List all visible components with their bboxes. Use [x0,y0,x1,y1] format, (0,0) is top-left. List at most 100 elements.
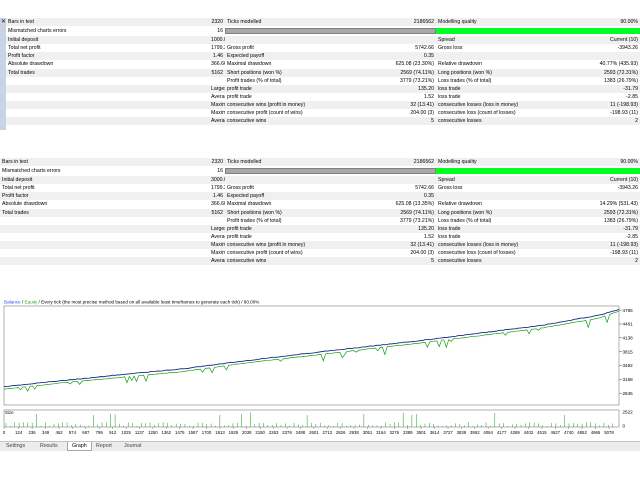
x-tick-label: 1362 [161,430,171,435]
report-cell: loss trade [436,92,559,101]
tab-graph[interactable]: Graph [67,442,92,451]
report-cell: Mismatched charts errors [6,26,209,37]
report-cell: 2569 (74.11%) [393,68,436,77]
report-cell: Modelling quality [436,18,559,27]
report-cell [0,224,209,233]
close-pin-icon[interactable]: ✕ [1,19,6,25]
report-cell: Relative drawdown [436,200,559,209]
report-cell: 90.00% [559,158,640,167]
report-table-2: Bars in test 2320 Ticks modelled 2186562 Mod… [0,158,640,266]
report-cell: Largest [209,224,225,233]
x-tick-label: 1925 [229,430,239,435]
report-cell: profit trade [225,84,393,93]
x-tick-label: 0 [3,430,6,435]
plot-area [3,305,620,428]
report-cell: Maximum [209,240,225,250]
report-cell: loss trade [436,224,559,233]
report-cell: -3943.26 [559,44,640,53]
report-cell: 135.20 [393,224,436,233]
x-tick-label: 4515 [537,430,547,435]
report-cell: 5742.66 [393,184,436,193]
report-row: Profit factor 1.46 Expected payoff 0.35 [6,52,640,61]
report-row: Averageprofit trade1.52loss trade-2.85 [6,92,640,101]
tab-results[interactable]: Results [36,442,62,450]
x-tick-label: 4627 [550,430,560,435]
report-cell: Total trades [6,68,209,77]
report-cell: 32 (13.41) [393,100,436,110]
report-cell: Spread [436,36,559,45]
report-cell: 204.00 (3) [393,109,436,118]
report-row: Averageconsecutive wins5consecutive loss… [6,117,640,126]
report-cell [436,192,559,201]
report-cell: Total net profit [0,184,209,193]
report-cell: consecutive profit (count of wins) [225,249,393,258]
report-cell: 2320 [209,18,225,27]
report-cell: -198.93 (11) [559,109,640,118]
legend-part: / Every tick (the most precise method ba… [37,300,259,305]
report-cell: 5 [393,117,436,126]
report-row: Bars in test 2320 Ticks modelled 2186562 Mod… [0,158,640,167]
x-tick-label: 2263 [269,430,279,435]
report-row: Maximalconsecutive profit (count of wins… [6,109,640,118]
x-tick-label: 2488 [296,430,306,435]
tab-journal[interactable]: Journal [120,442,145,450]
x-tick-label: 2938 [349,430,359,435]
report-cell: Ticks modelled [225,158,393,167]
x-tick-label: 5078 [604,430,614,435]
report-cell: consecutive wins [225,257,393,266]
tab-settings[interactable]: Settings [2,442,29,450]
report-row: Mismatched charts errors 16 [6,26,640,37]
report-cell: loss trade [436,84,559,93]
report-table-1: Bars in test 2320 Ticks modelled 2186562 Mod… [6,18,640,126]
x-tick-label: 462 [55,430,63,435]
report-cell [0,240,209,250]
report-cell: Profit factor [6,52,209,61]
x-tick-label: 3501 [416,430,426,435]
x-tick-label: 1813 [215,430,225,435]
report-row: Maximumconsecutive wins (profit in money… [6,100,640,110]
report-cell [0,257,209,266]
report-cell [6,76,209,85]
y-tick-label: 3168 [623,377,634,382]
report-cell [209,216,225,225]
report-row: Absolute drawdown366.66Maximal drawdown6… [6,60,640,69]
tab-report[interactable]: Report [92,442,116,450]
report-cell: 1.52 [393,232,436,241]
report-cell: 366.66 [209,200,225,209]
report-row: Profit factor 1.46 Expected payoff 0.35 [0,192,640,201]
size-label: Size [5,410,14,415]
report-cell: 14.29% (531.43) [559,200,640,209]
report-cell: consecutive losses [436,257,559,266]
report-cell: Current (10) [559,176,640,185]
report-cell [225,176,393,185]
x-tick-label: 3727 [443,430,453,435]
x-tick-label: 349 [42,430,50,435]
report-cell: Largest [209,84,225,93]
report-cell: 1799.39 [209,184,225,193]
report-cell: consecutive wins (profit in money) [225,240,393,250]
x-tick-label: 2601 [309,430,319,435]
report-cell: Average [209,117,225,126]
x-tick-label: 2826 [336,430,346,435]
report-cell: 1.46 [209,192,225,201]
x-tick-label: 3051 [363,430,373,435]
report-cell [0,232,209,241]
report-cell: 5742.66 [393,44,436,53]
report-cell: Average [209,257,225,266]
report-row: Largestprofit trade135.20loss trade-31.7… [0,224,640,233]
report-cell: 40.77% (435.93) [559,60,640,69]
report-cell [559,52,640,61]
modelling-quality-bar-grey [225,168,436,175]
report-panel-2: Bars in test 2320 Ticks modelled 2186562 Mod… [0,158,640,270]
x-tick-label: 3614 [430,430,440,435]
report-cell: 366.66 [209,60,225,69]
y-tick-label: 4461 [623,322,634,327]
report-cell: -31.79 [559,84,640,93]
report-cell: 135.20 [393,84,436,93]
report-cell [0,216,209,225]
report-cell: Long positions (won %) [436,208,559,217]
report-cell: consecutive losses (loss in money) [436,100,559,110]
report-cell: 16 [209,26,225,37]
report-panel-1: ✕ Bars in test 2320 Ticks modelled 2186562 M… [0,18,640,130]
x-tick-label: 799 [96,430,104,435]
